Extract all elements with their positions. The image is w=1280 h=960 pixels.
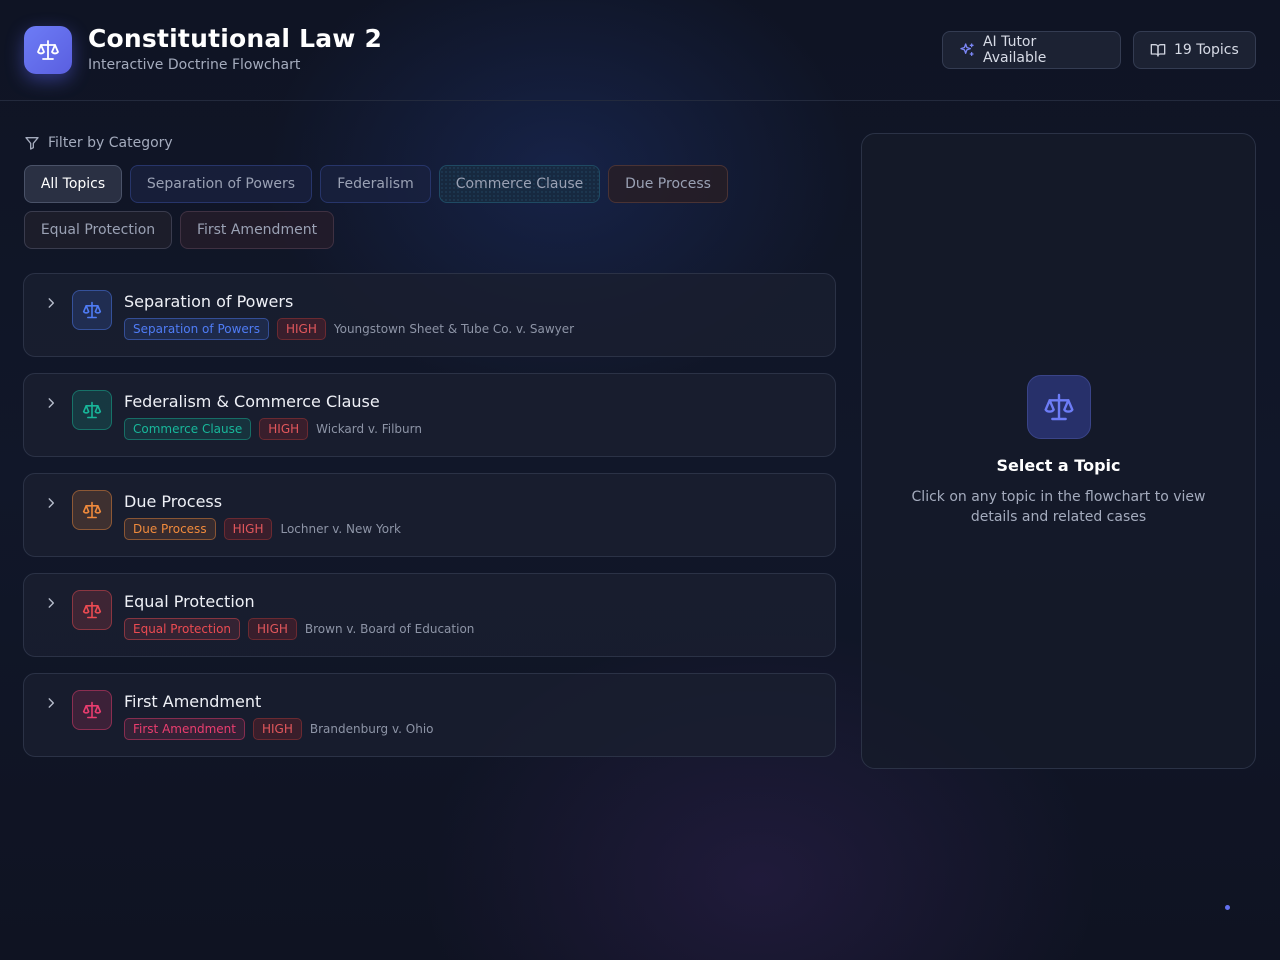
scale-icon: [24, 26, 72, 74]
panel-description: Click on any topic in the flowchart to v…: [911, 489, 1206, 525]
chevron-right-icon[interactable]: [44, 296, 58, 310]
chip-separation-of-powers[interactable]: Separation of Powers: [130, 165, 312, 203]
details-panel: Select a Topic Click on any topic in the…: [861, 133, 1256, 769]
key-case: Brandenburg v. Ohio: [309, 722, 434, 736]
topic-title: Separation of Powers: [124, 292, 294, 311]
chevron-right-icon[interactable]: [44, 496, 58, 510]
category-badge: First Amendment: [124, 718, 245, 740]
importance-badge: HIGH: [259, 418, 309, 440]
topic-title: Due Process: [124, 492, 223, 511]
ai-tutor-button[interactable]: AI Tutor Available: [942, 31, 1121, 69]
status-dot: [1225, 905, 1230, 910]
key-case: Brown v. Board of Education: [304, 622, 475, 636]
topic-tags: First Amendment HIGH Brandenburg v. Ohio: [124, 718, 434, 740]
category-badge: Equal Protection: [124, 618, 241, 640]
importance-badge: HIGH: [252, 718, 302, 740]
ai-tutor-label: AI Tutor Available: [982, 34, 1047, 66]
app-title: Constitutional Law 2: [88, 24, 383, 53]
category-badge: Separation of Powers: [124, 318, 269, 340]
app-subtitle: Interactive Doctrine Flowchart: [88, 57, 301, 73]
topic-tags: Separation of Powers HIGH Youngstown Sheet…: [124, 318, 574, 340]
topic-title: First Amendment: [124, 692, 262, 711]
chevron-right-icon[interactable]: [44, 696, 58, 710]
chevron-right-icon[interactable]: [44, 596, 58, 610]
scale-icon: [72, 590, 112, 630]
key-case: Wickard v. Filburn: [316, 422, 422, 436]
chip-federalism[interactable]: Federalism: [320, 165, 431, 203]
scale-icon: [1027, 375, 1091, 439]
filter-icon: [25, 137, 39, 150]
app-header: Constitutional Law 2 Interactive Doctrin…: [0, 0, 1280, 101]
filter-label-text: Filter by Category: [48, 135, 173, 151]
chip-first-amendment[interactable]: First Amendment: [180, 211, 334, 249]
book-icon: [1150, 44, 1166, 57]
category-badge: Commerce Clause: [124, 418, 252, 440]
chip-all-topics[interactable]: All Topics: [24, 165, 122, 203]
topic-card[interactable]: Equal Protection Equal Protection HIGH Brow…: [23, 573, 836, 657]
topic-card[interactable]: First Amendment First Amendment HIGH Brande…: [23, 673, 836, 757]
topics-count-label: 19 Topics: [1174, 42, 1239, 58]
panel-title: Select a Topic: [996, 456, 1121, 475]
importance-badge: HIGH: [248, 618, 297, 640]
chip-equal-protection[interactable]: Equal Protection: [24, 211, 172, 249]
topic-tags: Commerce Clause HIGH Wickard v. Filburn: [124, 418, 422, 440]
topic-tags: Equal Protection HIGH Brown v. Board of Ed…: [124, 618, 474, 640]
filter-label: Filter by Category: [24, 133, 173, 153]
scale-icon: [72, 390, 112, 430]
topic-title: Federalism & Commerce Clause: [124, 392, 380, 411]
category-badge: Due Process: [124, 518, 216, 540]
scale-icon: [72, 690, 112, 730]
chip-due-process[interactable]: Due Process: [608, 165, 728, 203]
scale-icon: [72, 290, 112, 330]
key-case: Youngstown Sheet & Tube Co. v. Sawyer: [333, 322, 575, 336]
scale-icon: [72, 490, 112, 530]
topic-card[interactable]: Due Process Due Process HIGH Lochner v. New…: [23, 473, 836, 557]
topics-count-button[interactable]: 19 Topics: [1133, 31, 1256, 69]
topic-card[interactable]: Federalism & Commerce Clause Commerce Cla…: [23, 373, 836, 457]
importance-badge: HIGH: [276, 318, 326, 340]
topic-card[interactable]: Separation of Powers Separation of Powers…: [23, 273, 836, 357]
sparkles-icon: [960, 43, 974, 56]
importance-badge: HIGH: [223, 518, 273, 540]
chip-commerce-clause[interactable]: Commerce Clause: [439, 165, 600, 203]
topic-title: Equal Protection: [124, 592, 255, 611]
topic-tags: Due Process HIGH Lochner v. New York: [124, 518, 401, 540]
chevron-right-icon[interactable]: [44, 396, 58, 410]
key-case: Lochner v. New York: [280, 522, 401, 536]
